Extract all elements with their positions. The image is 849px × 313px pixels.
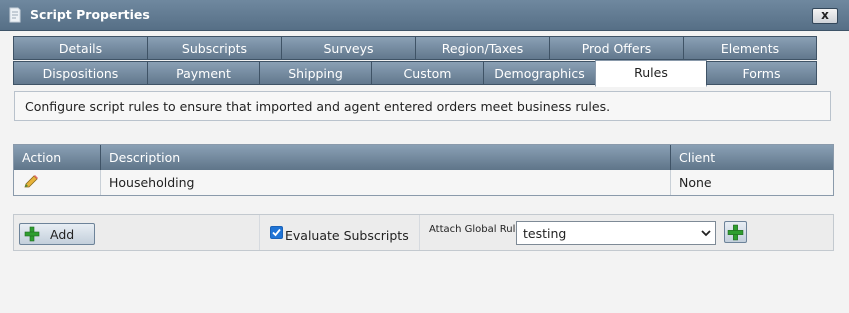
tab-prod-offers[interactable]: Prod Offers	[549, 36, 684, 60]
rules-description: Configure script rules to ensure that im…	[14, 91, 831, 121]
tab-elements[interactable]: Elements	[683, 36, 817, 60]
tab-surveys[interactable]: Surveys	[281, 36, 416, 60]
tab-forms[interactable]: Forms	[706, 61, 817, 85]
description-cell: Householding	[101, 170, 671, 195]
add-button-label: Add	[50, 227, 75, 242]
attach-global-rule-button[interactable]	[724, 221, 747, 243]
close-button[interactable]: x	[812, 8, 838, 24]
toolbar-divider	[419, 215, 420, 250]
tab-shipping[interactable]: Shipping	[259, 61, 372, 85]
tab-custom[interactable]: Custom	[371, 61, 484, 85]
add-icon	[24, 226, 40, 242]
tab-demographics[interactable]: Demographics	[483, 61, 596, 85]
tab-subscripts[interactable]: Subscripts	[147, 36, 282, 60]
table-row[interactable]: Householding None	[14, 170, 833, 195]
evaluate-subscripts-label: Evaluate Subscripts	[285, 228, 409, 243]
tab-rules[interactable]: Rules	[595, 60, 707, 87]
add-rule-button[interactable]: Add	[19, 223, 95, 245]
tab-dispositions[interactable]: Dispositions	[13, 61, 148, 85]
script-document-icon	[9, 7, 21, 23]
column-header-client[interactable]: Client	[671, 145, 833, 170]
rules-grid: Action Description Client Householding N…	[13, 144, 834, 196]
grid-header: Action Description Client	[14, 145, 833, 170]
rules-toolbar: Add Evaluate Subscripts Attach Global Ru…	[13, 214, 834, 251]
column-header-description[interactable]: Description	[101, 145, 671, 170]
add-icon	[727, 224, 744, 241]
tab-payment[interactable]: Payment	[147, 61, 260, 85]
evaluate-subscripts-checkbox[interactable]	[270, 226, 283, 239]
attach-global-rule-label: Attach Global Rule	[429, 224, 522, 235]
global-rule-selected-value: testing	[523, 226, 567, 241]
window-title: Script Properties	[30, 7, 150, 22]
tab-details[interactable]: Details	[13, 36, 148, 60]
tab-region-taxes[interactable]: Region/Taxes	[415, 36, 550, 60]
toolbar-divider	[259, 215, 260, 250]
action-cell	[14, 170, 101, 195]
client-cell: None	[679, 175, 712, 190]
column-header-action[interactable]: Action	[14, 145, 101, 170]
title-bar: Script Properties x	[0, 0, 849, 31]
pencil-icon[interactable]	[23, 175, 39, 189]
chevron-down-icon	[701, 230, 711, 237]
global-rule-select[interactable]: testing	[516, 221, 716, 245]
checkmark-icon	[272, 228, 281, 237]
